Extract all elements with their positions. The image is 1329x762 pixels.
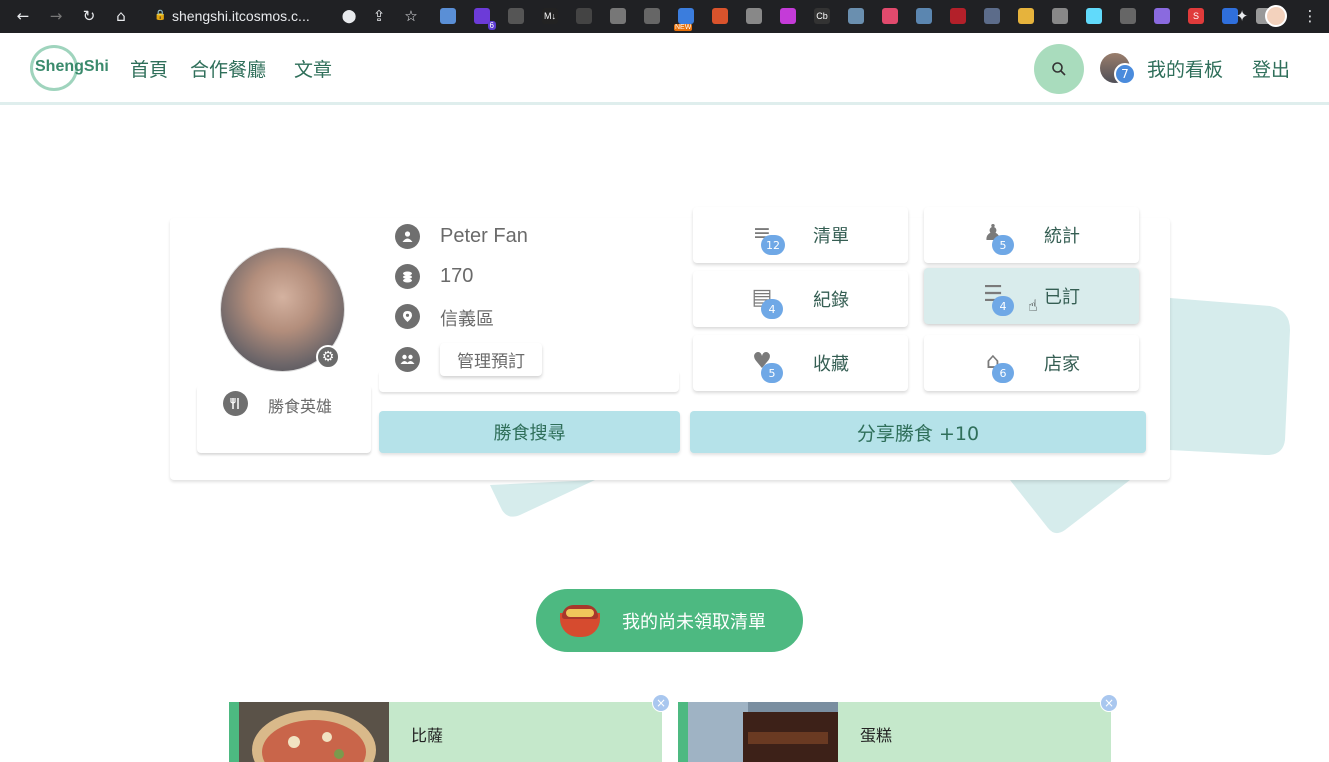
user-name: Peter Fan: [440, 225, 528, 247]
stores-badge: 6: [992, 363, 1014, 383]
list-badge: 12: [761, 235, 785, 255]
favorites-badge: 5: [761, 363, 783, 383]
title-card: 勝食英雄: [197, 385, 371, 453]
tile-stats-label: 統計: [1044, 226, 1080, 247]
hero-title: 勝食英雄: [268, 397, 333, 416]
pot-icon: [556, 601, 604, 641]
group-icon: [395, 347, 420, 372]
district-value: 信義區: [440, 309, 494, 329]
tile-favorites[interactable]: ♥ 5 收藏: [693, 335, 908, 391]
records-badge: 4: [761, 299, 783, 319]
tile-stores-label: 店家: [1044, 354, 1080, 375]
close-icon[interactable]: ×: [652, 694, 670, 712]
food-card[interactable]: 蛋糕: [678, 702, 1111, 762]
tile-records[interactable]: ▤ 4 紀錄: [693, 271, 908, 327]
utensils-icon: [223, 391, 248, 416]
pending-list-button[interactable]: 我的尚未領取清單: [536, 589, 803, 652]
tile-list-label: 清單: [813, 226, 849, 247]
food-card[interactable]: 比薩: [229, 702, 662, 762]
pizza-photo: [239, 702, 389, 762]
coins-icon: [395, 264, 420, 289]
settings-gear-icon[interactable]: ⚙: [316, 345, 340, 369]
share-food-button[interactable]: 分享勝食 +10: [690, 411, 1146, 453]
hand-cursor-icon: ☝: [1028, 296, 1038, 315]
food-name: 比薩: [411, 726, 444, 745]
pending-list-label: 我的尚未領取清單: [622, 611, 766, 633]
points-value: 170: [440, 265, 474, 287]
cake-photo: [688, 702, 838, 762]
manage-reservations-button[interactable]: 管理預訂: [440, 343, 542, 376]
tile-stores[interactable]: ⌂ 6 店家: [924, 335, 1139, 391]
tile-reserved-label: 已訂: [1044, 287, 1080, 308]
tile-favorites-label: 收藏: [813, 354, 849, 375]
tile-records-label: 紀錄: [813, 290, 849, 311]
stats-badge: 5: [992, 235, 1014, 255]
reserved-badge: 4: [992, 296, 1014, 316]
tile-list[interactable]: ≡ 12 清單: [693, 207, 908, 263]
user-icon: [395, 224, 420, 249]
food-name: 蛋糕: [860, 726, 893, 745]
location-pin-icon: [395, 304, 420, 329]
close-icon[interactable]: ×: [1100, 694, 1118, 712]
food-search-button[interactable]: 勝食搜尋: [379, 411, 680, 453]
tile-stats[interactable]: ♟ 5 統計: [924, 207, 1139, 263]
